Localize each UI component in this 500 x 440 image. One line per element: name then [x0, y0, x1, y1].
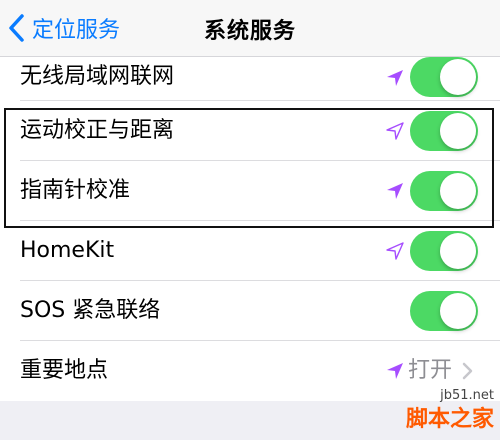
toggle-knob	[440, 113, 476, 149]
chevron-right-icon	[462, 362, 473, 380]
toggle-knob	[440, 293, 476, 329]
page-title: 系统服务	[203, 19, 296, 44]
row-label: 重要地点	[20, 358, 109, 383]
row-label: SOS 紧急联络	[20, 298, 161, 323]
location-arrow-outline-icon	[386, 242, 404, 260]
homekit-toggle[interactable]	[410, 231, 478, 271]
toggle-knob	[440, 173, 476, 209]
row-label: 指南针校准	[20, 178, 131, 203]
location-arrow-outline-icon	[386, 122, 404, 140]
list-item-compass-calibration: 指南针校准	[0, 161, 500, 221]
location-arrow-filled-icon	[387, 183, 403, 199]
watermark-name: 脚本之家	[405, 406, 494, 432]
list-item-wifi-networking: 无线局域网联网	[0, 57, 500, 101]
settings-list: 无线局域网联网 运动校正与距离 指南针校准 HomeKit SOS 紧急联络 重…	[0, 57, 500, 401]
wifi-networking-toggle[interactable]	[410, 57, 478, 97]
motion-calibration-toggle[interactable]	[410, 111, 478, 151]
toggle-knob	[440, 233, 476, 269]
toggle-knob	[440, 59, 476, 95]
list-item-motion-calibration: 运动校正与距离	[0, 101, 500, 161]
nav-bar: 定位服务 系统服务	[0, 0, 500, 57]
list-item-sos: SOS 紧急联络	[0, 281, 500, 341]
sos-toggle[interactable]	[410, 291, 478, 331]
row-label: 无线局域网联网	[20, 64, 175, 89]
compass-calibration-toggle[interactable]	[410, 171, 478, 211]
location-arrow-filled-icon	[387, 363, 403, 379]
watermark: jb51.net 脚本之家	[406, 388, 494, 433]
list-item-homekit: HomeKit	[0, 221, 500, 281]
location-arrow-filled-icon	[387, 70, 403, 86]
row-label: 运动校正与距离	[20, 118, 175, 143]
row-label: HomeKit	[20, 238, 115, 263]
